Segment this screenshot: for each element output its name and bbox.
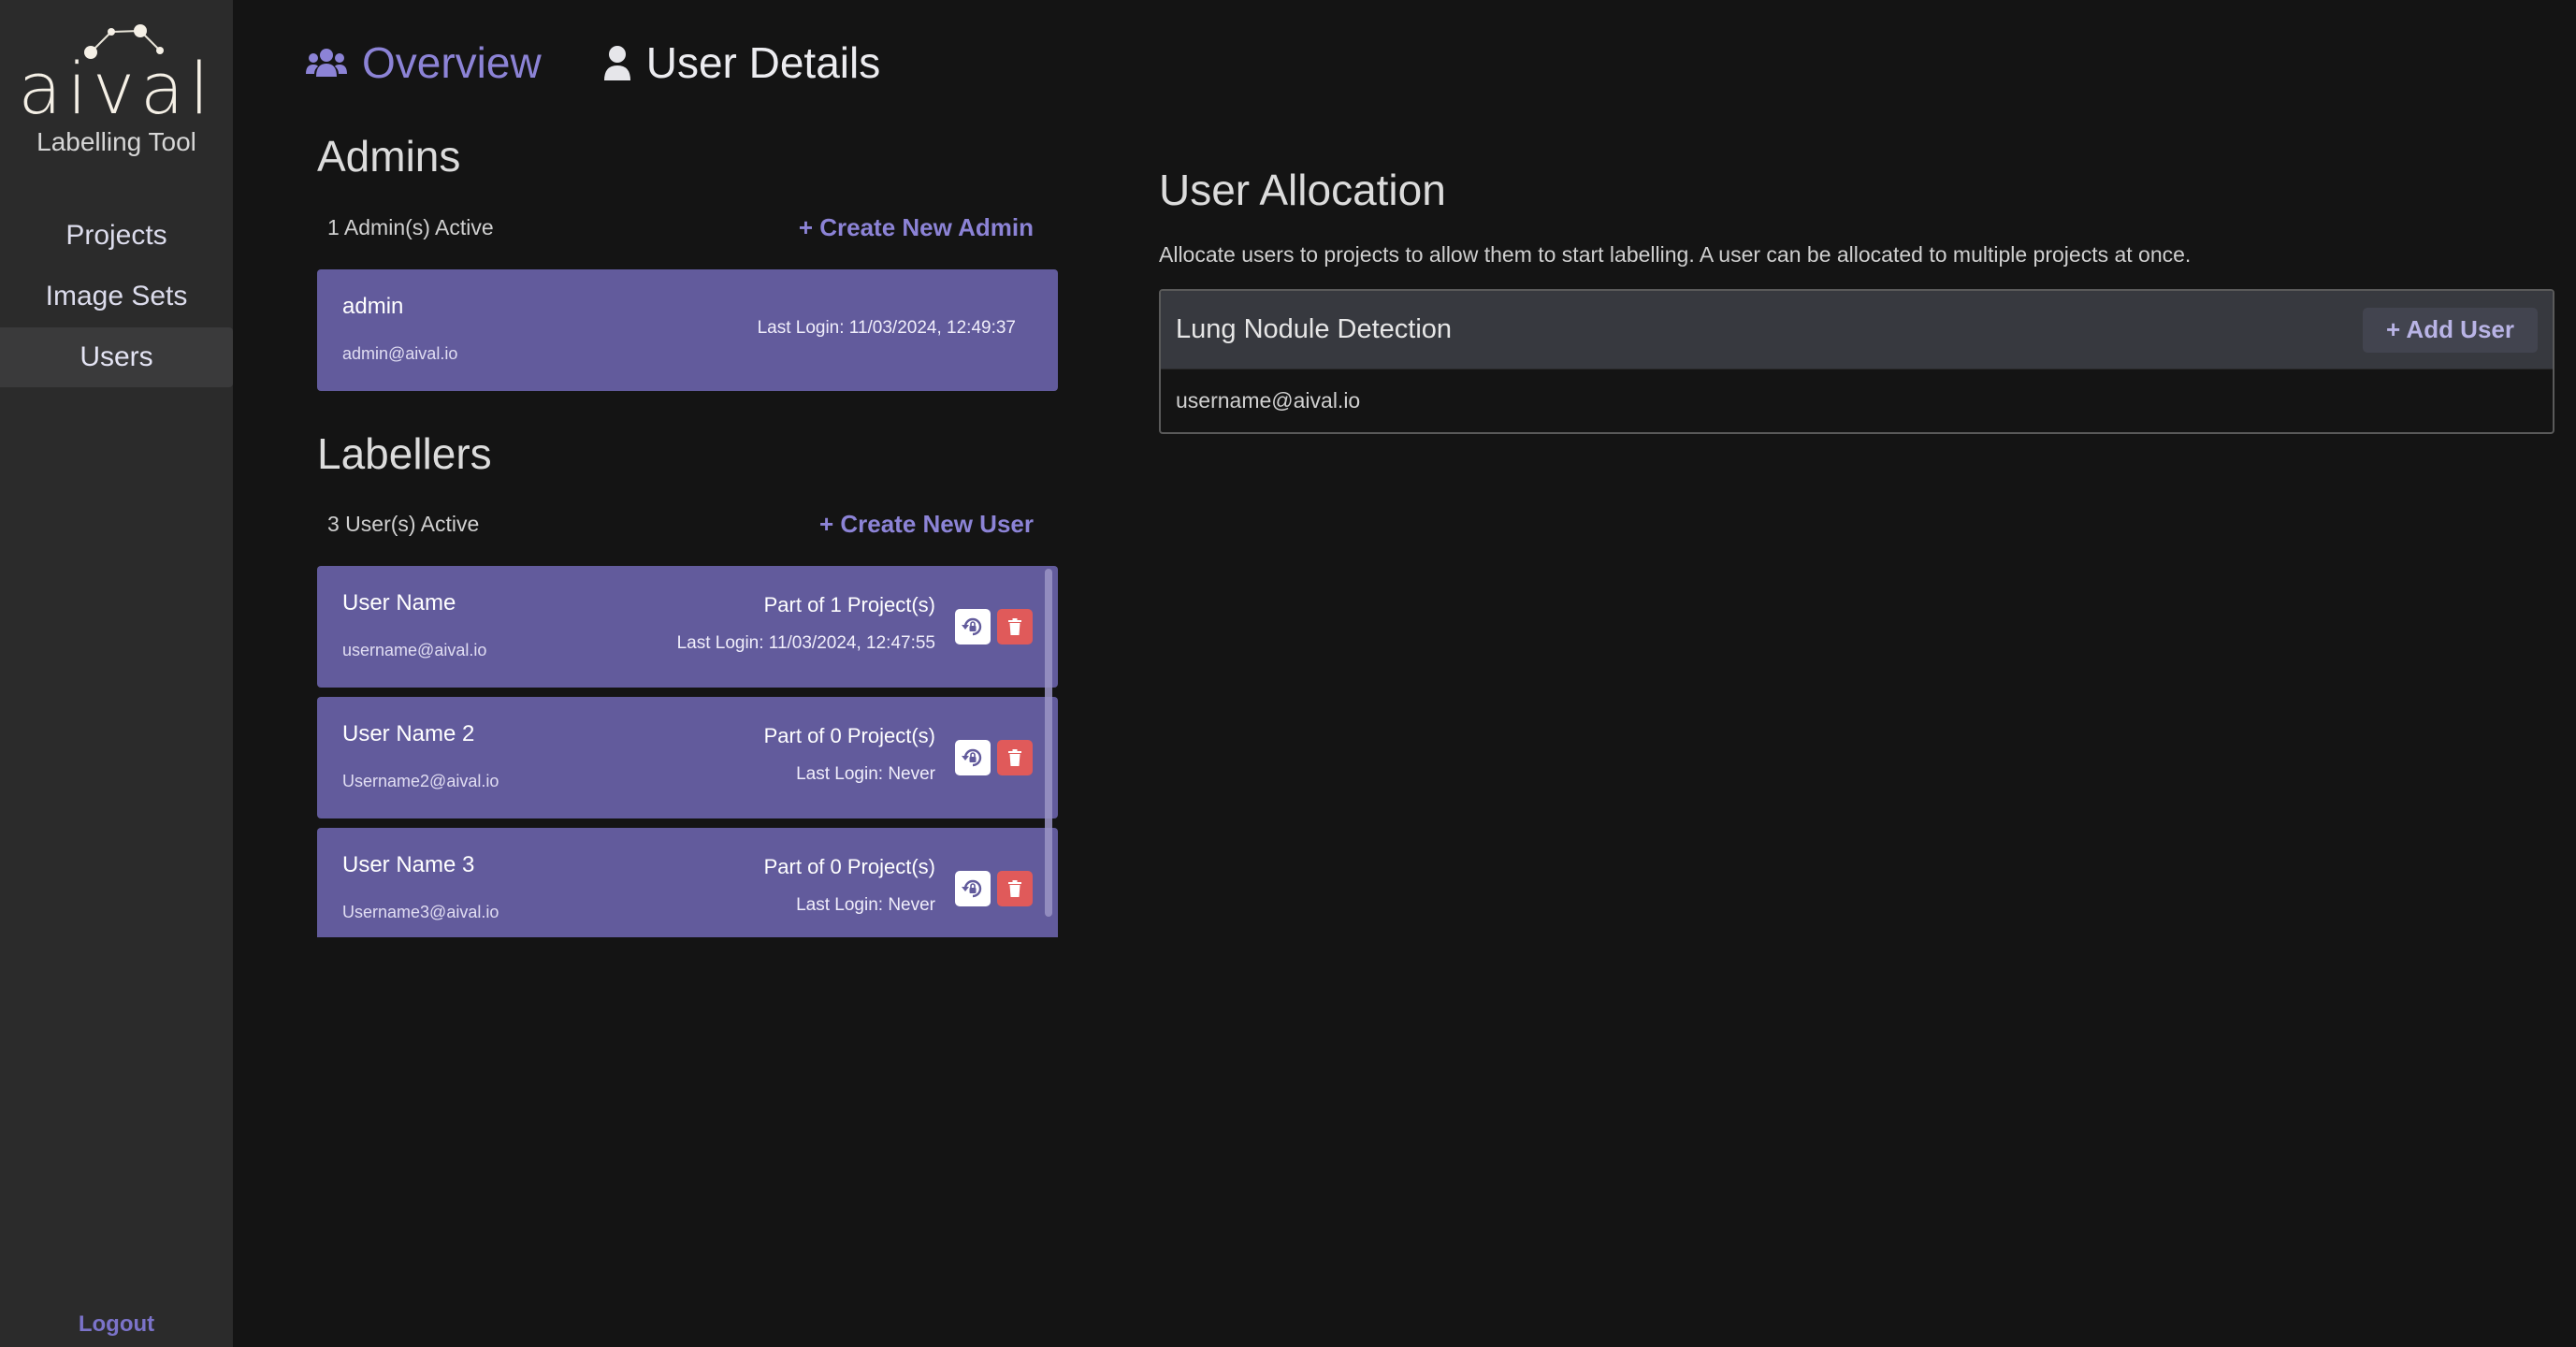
admin-last-login: Last Login: 11/03/2024, 12:49:37 (757, 318, 1016, 338)
tab-overview-label: Overview (362, 38, 542, 87)
admins-count-row: 1 Admin(s) Active + Create New Admin (317, 213, 1058, 242)
labellers-heading: Labellers (317, 429, 492, 478)
labellers-count-row: 3 User(s) Active + Create New User (317, 510, 1058, 539)
sidebar-item-users[interactable]: Users (0, 327, 233, 387)
delete-user-button[interactable] (997, 740, 1033, 775)
labeller-email: Username2@aival.io (342, 772, 499, 790)
labeller-name: User Name 2 (342, 721, 475, 746)
admin-name: admin (342, 294, 404, 319)
trash-icon (1008, 749, 1021, 766)
project-allocation-header: Lung Nodule Detection + Add User (1161, 291, 2553, 369)
admin-email: admin@aival.io (342, 344, 458, 363)
reset-password-button[interactable] (955, 609, 991, 645)
trash-icon (1008, 618, 1021, 635)
labeller-project-count: Part of 1 Project(s) (763, 593, 935, 616)
allocation-heading: User Allocation (1159, 166, 1446, 214)
admins-heading: Admins (317, 132, 461, 181)
reset-password-button[interactable] (955, 871, 991, 906)
labeller-email: Username3@aival.io (342, 903, 499, 921)
labeller-project-count: Part of 0 Project(s) (763, 855, 935, 878)
labeller-list-scrollbar[interactable] (1045, 569, 1052, 917)
user-icon (603, 46, 630, 80)
labeller-card[interactable]: User Name 3 Username3@aival.io Part of 0… (317, 828, 1058, 937)
tab-user-details-label: User Details (645, 38, 881, 87)
trash-icon (1008, 880, 1021, 897)
project-allocation-panel: Lung Nodule Detection + Add User usernam… (1159, 289, 2554, 434)
labeller-project-count: Part of 0 Project(s) (763, 724, 935, 747)
tab-overview[interactable]: Overview (306, 37, 542, 88)
admin-card[interactable]: admin admin@aival.io Last Login: 11/03/2… (317, 269, 1058, 391)
users-group-icon (306, 49, 347, 77)
create-user-button[interactable]: + Create New User (819, 510, 1034, 539)
labeller-last-login: Last Login: Never (796, 895, 935, 915)
app-subtitle: Labelling Tool (36, 127, 196, 156)
allocated-user: username@aival.io (1176, 388, 1361, 413)
labeller-name: User Name 3 (342, 852, 475, 877)
project-name: Lung Nodule Detection (1176, 314, 1453, 344)
sidebar-nav: Projects Image Sets Users (0, 206, 233, 388)
labellers-count: 3 User(s) Active (327, 512, 480, 536)
reset-password-button[interactable] (955, 740, 991, 775)
sidebar: aival Labelling Tool Projects Image Sets… (0, 0, 233, 1347)
sidebar-item-image-sets[interactable]: Image Sets (0, 267, 233, 326)
tab-bar: Overview User Details (306, 37, 880, 88)
logout-link[interactable]: Logout (0, 1311, 233, 1338)
labeller-list: User Name username@aival.io Part of 1 Pr… (317, 566, 1058, 937)
delete-user-button[interactable] (997, 871, 1033, 906)
labeller-last-login: Last Login: Never (796, 764, 935, 784)
reset-password-icon (962, 748, 982, 767)
logo-wordmark: aival (18, 47, 215, 130)
create-admin-button[interactable]: + Create New Admin (799, 213, 1034, 242)
reset-password-icon (962, 617, 982, 636)
labeller-email: username@aival.io (342, 641, 487, 659)
labeller-name: User Name (342, 590, 456, 616)
allocation-description: Allocate users to projects to allow them… (1159, 242, 2192, 267)
add-user-button[interactable]: + Add User (2362, 307, 2538, 353)
labeller-last-login: Last Login: 11/03/2024, 12:47:55 (676, 633, 935, 653)
reset-password-icon (962, 879, 982, 898)
labeller-card[interactable]: User Name username@aival.io Part of 1 Pr… (317, 566, 1058, 688)
delete-user-button[interactable] (997, 609, 1033, 645)
labeller-card[interactable]: User Name 2 Username2@aival.io Part of 0… (317, 697, 1058, 818)
logo: aival Labelling Tool (0, 21, 233, 157)
tab-user-details[interactable]: User Details (603, 37, 881, 88)
sidebar-item-projects[interactable]: Projects (0, 206, 233, 266)
admins-count: 1 Admin(s) Active (327, 215, 494, 239)
